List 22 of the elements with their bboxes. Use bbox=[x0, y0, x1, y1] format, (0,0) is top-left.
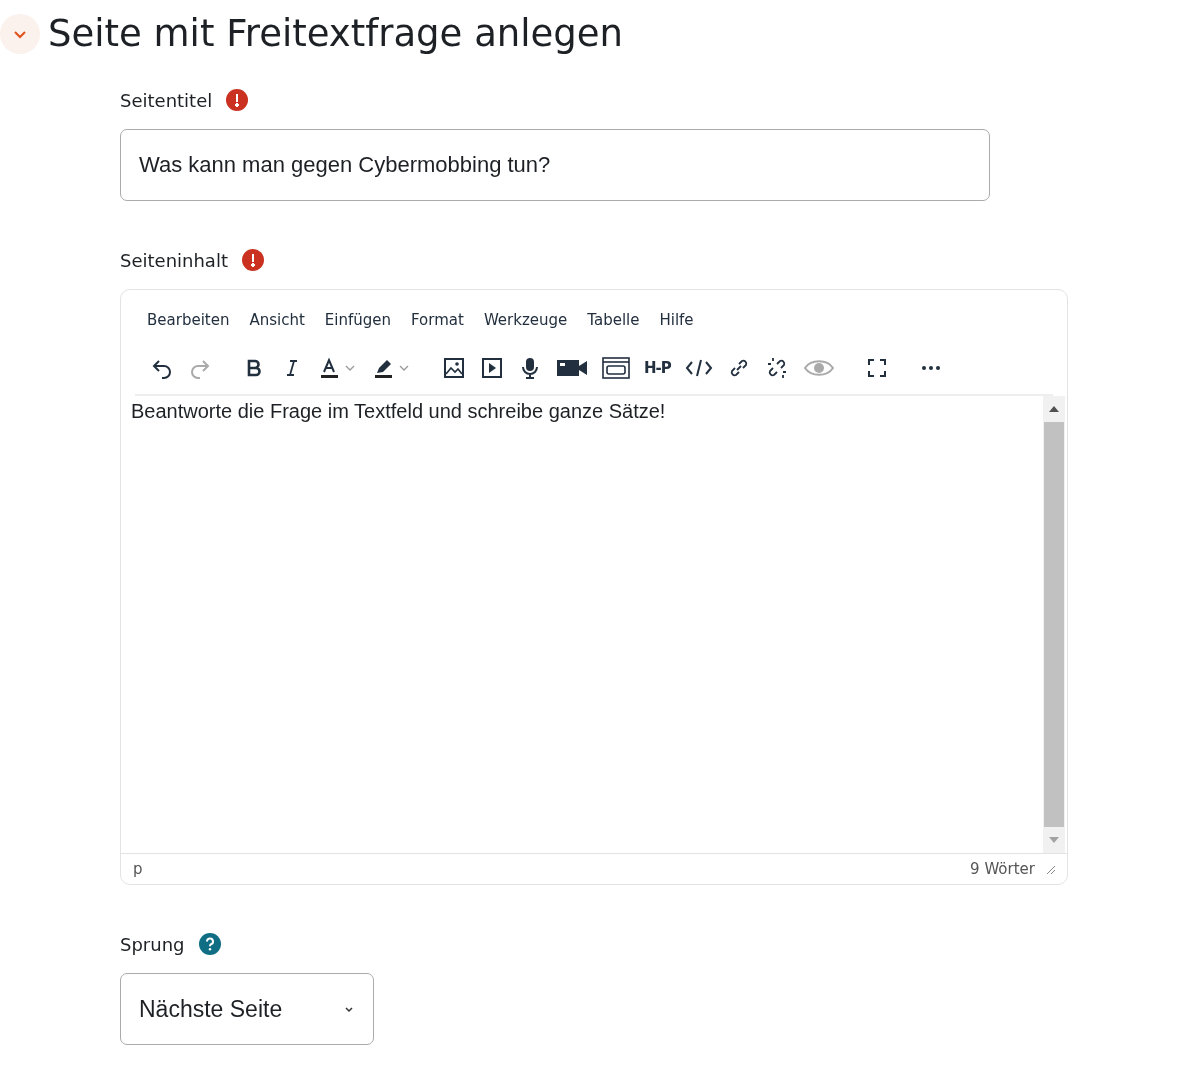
menu-item[interactable]: Bearbeiten bbox=[137, 306, 240, 334]
field-label: Seitentitel bbox=[120, 89, 213, 111]
menu-item[interactable]: Tabelle bbox=[577, 306, 650, 334]
resize-handle-icon[interactable] bbox=[1045, 864, 1055, 874]
jump-select[interactable]: Nächste Seite bbox=[120, 973, 374, 1045]
menu-item[interactable]: Werkzeuge bbox=[473, 306, 578, 334]
h5p-button[interactable]: H-P bbox=[637, 351, 678, 385]
help-icon[interactable] bbox=[198, 933, 221, 955]
word-count: 9 Wörter bbox=[970, 860, 1035, 878]
element-path: p bbox=[133, 860, 143, 878]
field-label: Seiteninhalt bbox=[120, 249, 228, 271]
field-label: Sprung bbox=[120, 933, 185, 955]
editor-text: Beantworte die Frage im Textfeld und schreibe ganze Sätze! bbox=[131, 400, 666, 422]
scrollbar[interactable] bbox=[1043, 396, 1065, 853]
menu-item[interactable]: Hilfe bbox=[649, 306, 704, 334]
menu-item[interactable]: Ansicht bbox=[239, 306, 315, 334]
menu-item[interactable]: Format bbox=[401, 306, 474, 334]
menu-item[interactable]: Einfügen bbox=[314, 306, 401, 334]
collapse-toggle[interactable] bbox=[0, 13, 40, 54]
title-input[interactable]: Was kann man gegen Cybermobbing tun? bbox=[120, 129, 990, 201]
section-title: Seite mit Freitextfrage anlegen bbox=[48, 12, 623, 55]
editor-content[interactable]: Beantworte die Frage im Textfeld und schreibe ganze Sätze! bbox=[121, 396, 1043, 853]
